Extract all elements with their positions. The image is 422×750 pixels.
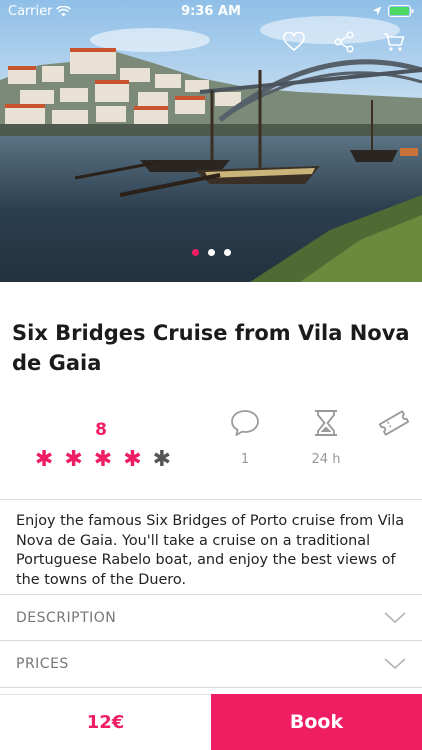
duration-stat: 24 h xyxy=(296,408,356,467)
status-bar: Carrier 9:36 AM xyxy=(0,0,422,22)
carousel-dot[interactable] xyxy=(191,249,199,256)
tour-stats: 8 ✱ ✱ ✱ ✱ ✱ 1 24 h xyxy=(0,408,422,478)
rating-stars: ✱ ✱ ✱ ✱ ✱ xyxy=(34,447,172,472)
heart-icon xyxy=(283,32,305,52)
star-filled-icon: ✱ xyxy=(34,447,54,472)
description-section-row[interactable]: DESCRIPTION xyxy=(0,595,422,641)
prices-section-row[interactable]: PRICES xyxy=(0,641,422,687)
hero-image[interactable]: Carrier 9:36 AM xyxy=(0,0,422,282)
star-filled-icon: ✱ xyxy=(64,447,83,472)
prices-section-label: PRICES xyxy=(16,656,69,672)
share-button[interactable] xyxy=(332,30,356,54)
favorite-button[interactable] xyxy=(282,30,306,54)
cart-button[interactable] xyxy=(382,30,406,54)
comment-bubble-icon xyxy=(231,410,259,436)
star-filled-icon: ✱ xyxy=(93,447,113,472)
price-label: 12€ xyxy=(0,694,211,750)
duration-value: 24 h xyxy=(311,452,341,467)
tour-summary: Enjoy the famous Six Bridges of Porto cr… xyxy=(16,513,405,588)
rating-block[interactable]: 8 ✱ ✱ ✱ ✱ ✱ xyxy=(34,420,172,472)
divider xyxy=(0,499,422,500)
comments-count: 1 xyxy=(240,452,250,467)
status-time: 9:36 AM xyxy=(181,3,241,19)
chevron-down-icon xyxy=(384,612,406,624)
share-icon xyxy=(334,31,354,53)
description-section-label: DESCRIPTION xyxy=(16,610,117,626)
rating-score: 8 xyxy=(95,420,107,440)
star-empty-icon: ✱ xyxy=(152,447,172,472)
hourglass-icon xyxy=(315,410,337,436)
ticket-icon xyxy=(378,410,410,436)
divider xyxy=(0,687,422,688)
cart-icon xyxy=(384,33,405,51)
booking-bar: 12€ Book xyxy=(0,694,422,750)
carousel-indicator[interactable] xyxy=(0,249,422,256)
tour-title: Six Bridges Cruise from Vila Nova de Gai… xyxy=(12,321,410,375)
carousel-dot[interactable] xyxy=(207,249,215,256)
book-button[interactable]: Book xyxy=(211,694,422,750)
comments-stat[interactable]: 1 xyxy=(215,408,275,467)
chevron-down-icon xyxy=(384,658,406,670)
hero-actions xyxy=(282,30,406,54)
ticket-stat[interactable] xyxy=(364,408,422,442)
carousel-dot[interactable] xyxy=(223,249,231,256)
star-filled-icon: ✱ xyxy=(123,447,142,472)
